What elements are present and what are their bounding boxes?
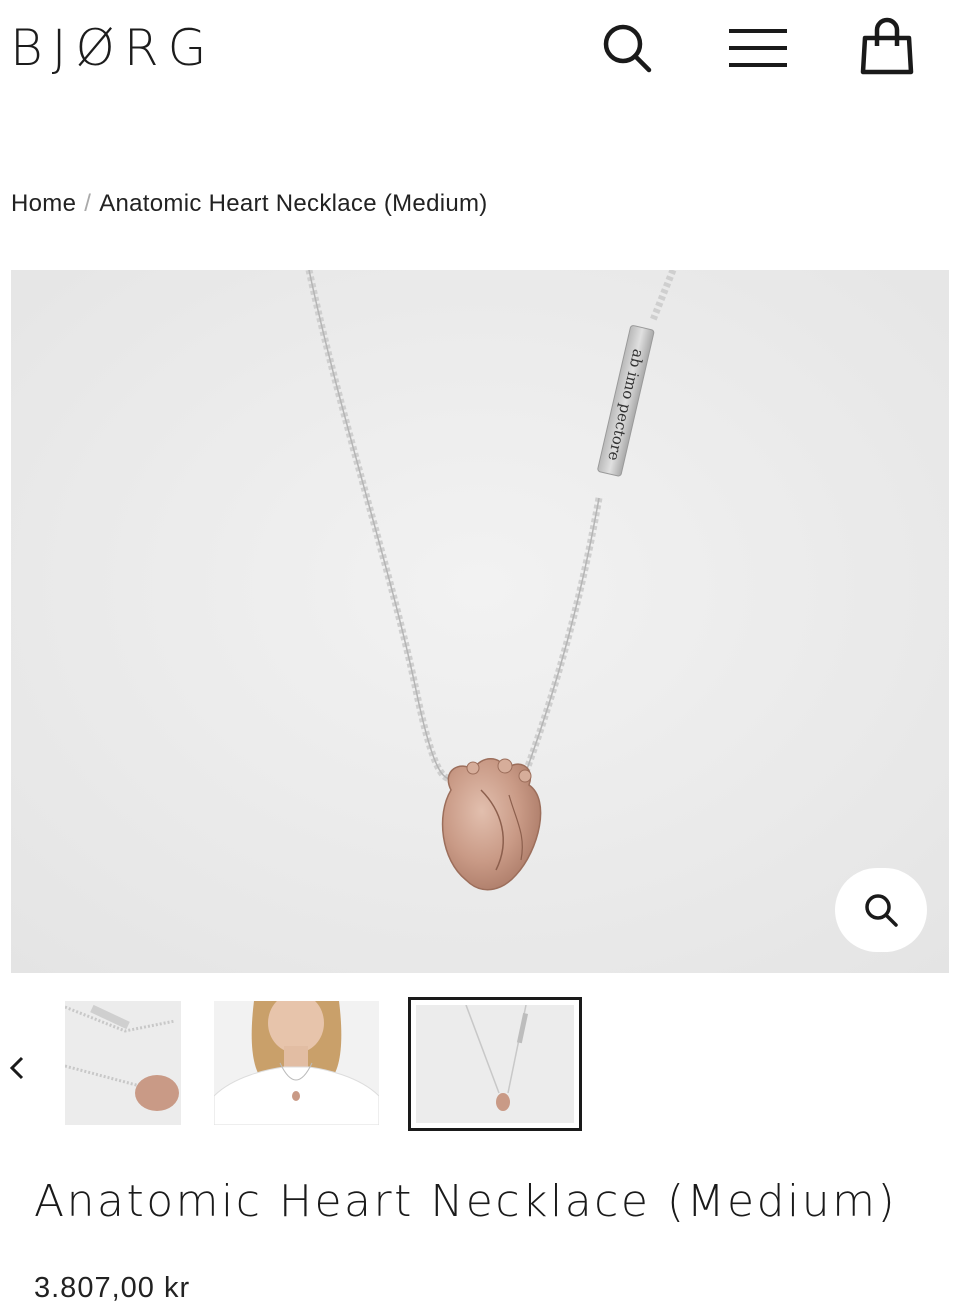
thumbnail-full-necklace-selected[interactable] — [408, 997, 582, 1131]
hamburger-menu-icon[interactable] — [726, 16, 790, 80]
brand-logo[interactable]: BJØRG — [10, 18, 215, 78]
zoom-icon — [865, 894, 898, 927]
shopping-bag-icon[interactable] — [855, 16, 919, 80]
search-icon[interactable] — [594, 16, 658, 80]
thumbnail-closeup[interactable] — [65, 1001, 181, 1125]
breadcrumb-home-link[interactable]: Home — [11, 190, 76, 217]
site-header: BJØRG — [0, 0, 960, 100]
breadcrumb-current: Anatomic Heart Necklace (Medium) — [99, 190, 488, 217]
thumbnail-model[interactable] — [214, 1001, 379, 1125]
zoom-button[interactable] — [835, 868, 927, 952]
breadcrumb: Home / Anatomic Heart Necklace (Medium) — [11, 190, 488, 218]
product-price: 3.807,00 kr — [34, 1272, 191, 1304]
product-main-image[interactable]: ab imo pectore — [11, 270, 949, 973]
breadcrumb-separator: / — [84, 190, 92, 217]
product-title: Anatomic Heart Necklace (Medium) — [34, 1176, 898, 1227]
chevron-left-icon[interactable] — [4, 1046, 32, 1090]
